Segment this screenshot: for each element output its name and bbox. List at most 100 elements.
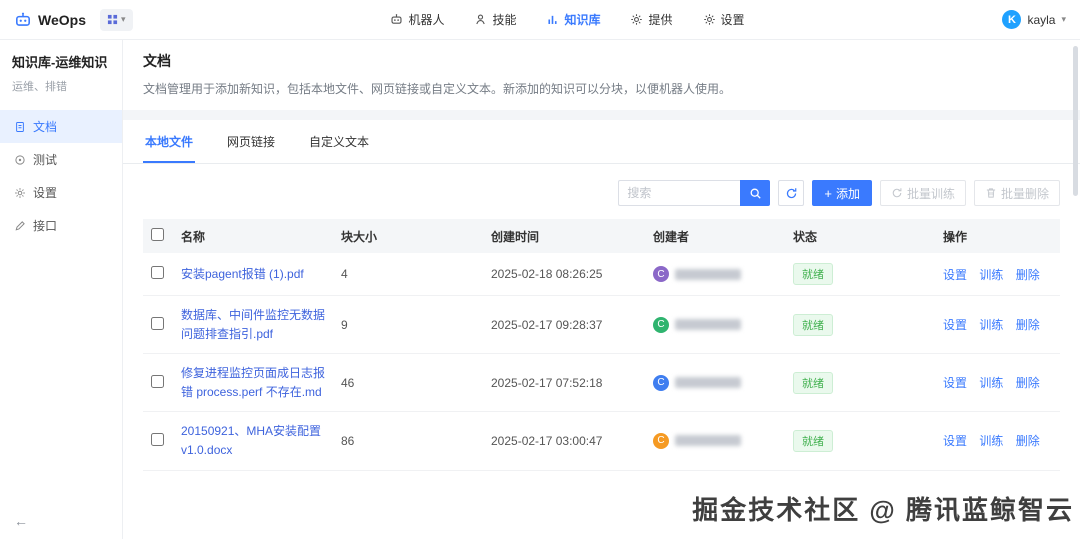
row-settings-link[interactable]: 设置 [943, 376, 967, 390]
tab-local-files[interactable]: 本地文件 [143, 120, 196, 163]
vertical-scrollbar-thumb[interactable] [1073, 46, 1078, 196]
status-badge: 就绪 [793, 263, 833, 285]
tab-web-links[interactable]: 网页链接 [225, 120, 277, 163]
gear-icon [14, 187, 26, 199]
nav-item-knowledge-base[interactable]: 知识库 [546, 11, 600, 28]
chunk-size-value: 4 [333, 253, 483, 296]
column-header-actions: 操作 [935, 219, 1060, 253]
sidebar-nav: 文档 测试 设置 接口 [0, 110, 122, 242]
row-train-link[interactable]: 训练 [979, 318, 1003, 332]
sidebar-item-label: 测试 [33, 153, 58, 167]
creator-cell: C [653, 432, 777, 449]
nav-item-robots[interactable]: 机器人 [390, 11, 444, 28]
tab-custom-text[interactable]: 自定义文本 [307, 120, 371, 163]
row-checkbox[interactable] [151, 432, 164, 446]
nav-item-skills[interactable]: 技能 [474, 11, 516, 28]
status-badge: 就绪 [793, 429, 833, 452]
creator-cell: C [653, 266, 777, 282]
main-content: 文档 文档管理用于添加新知识，包括本地文件、网页链接或自定义文本。新添加的知识可… [123, 40, 1080, 539]
row-checkbox[interactable] [151, 374, 164, 388]
plus-icon: + [824, 185, 832, 201]
row-checkbox[interactable] [151, 266, 164, 279]
robot-logo-icon [14, 11, 32, 29]
row-train-link[interactable]: 训练 [979, 268, 1003, 282]
row-train-link[interactable]: 训练 [979, 434, 1003, 448]
search-icon [749, 187, 762, 200]
batch-train-label: 批量训练 [906, 186, 955, 201]
table-row: 数据库、中间件监控无数据问题排查指引.pdf 9 2025-02-17 09:2… [143, 295, 1060, 355]
user-name: kayla [1027, 12, 1056, 27]
main-nav: 机器人 技能 知识库 提供 设置 [133, 11, 1003, 28]
sidebar-item-label: 文档 [33, 120, 58, 134]
creator-name-redacted [675, 435, 741, 447]
select-all-checkbox[interactable] [151, 228, 164, 241]
knowledge-base-icon [546, 13, 559, 26]
chunk-size-value: 46 [333, 353, 483, 413]
documents-table: 名称 块大小 创建时间 创建者 状态 操作 安装pagent报错 (1).pdf [143, 219, 1060, 471]
batch-delete-label: 批量删除 [1000, 186, 1049, 201]
nav-item-provide[interactable]: 提供 [630, 11, 673, 28]
created-time-value: 2025-02-17 09:28:37 [483, 295, 645, 355]
user-menu[interactable]: K kayla ▾ [1002, 10, 1066, 29]
batch-delete-button[interactable]: 批量删除 [973, 180, 1060, 206]
gear-icon [703, 13, 716, 26]
sidebar-item-documents[interactable]: 文档 [0, 110, 122, 143]
sidebar-item-settings[interactable]: 设置 [0, 176, 122, 209]
search-button[interactable] [740, 180, 771, 206]
search-input[interactable] [618, 180, 741, 206]
table-header-row: 名称 块大小 创建时间 创建者 状态 操作 [143, 219, 1060, 253]
top-nav: WeOps ▾ 机器人 技能 知识库 提供 设置 K kayla ▾ [0, 0, 1080, 40]
nav-item-label: 设置 [720, 13, 745, 27]
batch-train-button[interactable]: 批量训练 [879, 180, 966, 206]
column-header-created-time: 创建时间 [483, 219, 645, 253]
document-name-link[interactable]: 修复进程监控页面成日志报错 process.perf 不存在.md [181, 364, 325, 401]
page-title: 文档 [143, 53, 171, 69]
created-time-value: 2025-02-17 03:00:47 [483, 411, 645, 471]
column-header-name: 名称 [173, 219, 333, 253]
row-checkbox[interactable] [151, 316, 164, 330]
column-header-status: 状态 [785, 219, 935, 253]
refresh-button[interactable] [778, 180, 805, 206]
pencil-icon [14, 220, 26, 232]
status-badge: 就绪 [793, 313, 833, 336]
row-delete-link[interactable]: 删除 [1016, 376, 1040, 390]
creator-name-redacted [675, 268, 741, 280]
page-header: 文档 文档管理用于添加新知识，包括本地文件、网页链接或自定义文本。新添加的知识可… [123, 40, 1080, 110]
creator-avatar: C [653, 316, 669, 333]
row-delete-link[interactable]: 删除 [1016, 318, 1040, 332]
sidebar-title: 知识库-运维知识 [12, 55, 108, 70]
skill-icon [474, 13, 487, 26]
sidebar-item-test[interactable]: 测试 [0, 143, 122, 176]
creator-name-redacted [675, 377, 741, 389]
table-row: 修复进程监控页面成日志报错 process.perf 不存在.md 46 202… [143, 353, 1060, 413]
sidebar-subtitle: 运维、排错 [12, 81, 67, 93]
chunk-size-value: 86 [333, 411, 483, 471]
row-delete-link[interactable]: 删除 [1016, 268, 1040, 282]
row-delete-link[interactable]: 删除 [1016, 434, 1040, 448]
nav-item-settings[interactable]: 设置 [703, 11, 745, 28]
document-name-link[interactable]: 安装pagent报错 (1).pdf [181, 265, 325, 284]
created-time-value: 2025-02-17 07:52:18 [483, 353, 645, 413]
sidebar-item-api[interactable]: 接口 [0, 209, 122, 242]
row-train-link[interactable]: 训练 [979, 376, 1003, 390]
workspace-switcher-button[interactable]: ▾ [99, 8, 133, 31]
row-settings-link[interactable]: 设置 [943, 318, 967, 332]
brand: WeOps ▾ [14, 8, 133, 31]
nav-item-label: 技能 [492, 13, 517, 27]
add-button[interactable]: + 添加 [812, 180, 872, 206]
chevron-down-icon: ▾ [1061, 14, 1066, 24]
chevron-down-icon: ▾ [120, 14, 126, 24]
document-name-link[interactable]: 20150921、MHA安装配置v1.0.docx [181, 422, 325, 459]
column-header-chunk-size: 块大小 [333, 219, 483, 253]
creator-cell: C [653, 374, 777, 391]
sidebar-collapse-button[interactable]: ← [14, 513, 28, 529]
sidebar: 知识库-运维知识 运维、排错 文档 测试 设置 接口 ← [0, 40, 123, 539]
creator-name-redacted [675, 319, 741, 331]
robot-icon [390, 13, 403, 26]
provide-icon [630, 13, 643, 26]
refresh-icon [785, 187, 798, 200]
creator-cell: C [653, 316, 777, 333]
document-name-link[interactable]: 数据库、中间件监控无数据问题排查指引.pdf [181, 306, 325, 343]
row-settings-link[interactable]: 设置 [943, 268, 967, 282]
row-settings-link[interactable]: 设置 [943, 434, 967, 448]
